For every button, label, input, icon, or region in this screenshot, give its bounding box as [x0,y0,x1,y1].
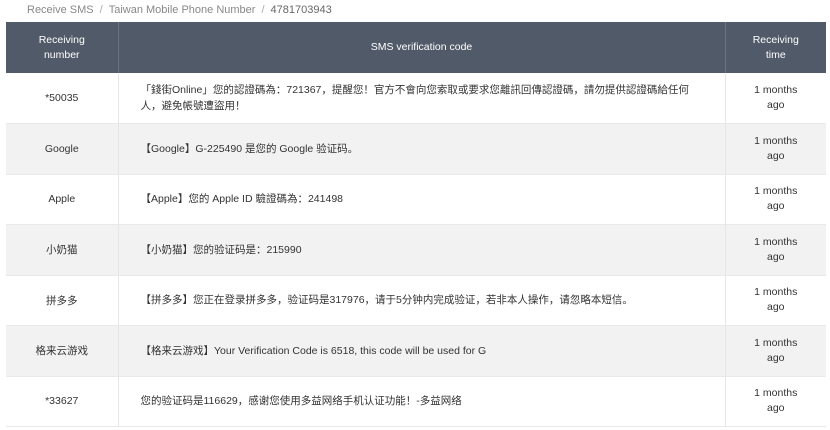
time-cell: 1 months ago [725,73,826,124]
time-cell: 1 months ago [725,224,826,276]
sender-cell: 拼多多 [6,275,119,326]
table-row: 小奶猫 【小奶猫】您的验证码是：215990 1 months ago [6,224,826,276]
column-header-number: Receiving number [6,22,119,73]
time-label: 1 months ago [754,185,798,213]
time-label: 1 months ago [754,336,798,364]
table-body: *50035 「錢街Online」您的認證碼為：721367，提醒您！官方不會向… [6,73,826,427]
table-row: *33627 您的验证码是116629，感谢您使用多益网络手机认证功能！-多益网… [6,376,826,427]
time-label: 1 months ago [754,84,798,111]
message-cell: 【格来云游戏】Your Verification Code is 6518, t… [118,325,726,377]
column-header-number-label: Receiving number [38,33,85,61]
time-cell: 1 months ago [725,123,826,175]
message-cell: 【Google】G-225490 是您的 Google 验证码。 [118,123,726,175]
breadcrumb-home-link[interactable]: Receive SMS [27,4,94,16]
table-row: 拼多多 【拼多多】您正在登录拼多多，验证码是317976，请于5分钟内完成验证，… [6,275,826,326]
table-row: 格来云游戏 【格来云游戏】Your Verification Code is 6… [6,325,826,377]
table-row: Google 【Google】G-225490 是您的 Google 验证码。 … [6,123,826,175]
table-row: *50035 「錢街Online」您的認證碼為：721367，提醒您！官方不會向… [6,73,826,124]
table-header: Receiving number SMS verification code R… [6,22,826,73]
time-cell: 1 months ago [725,174,826,225]
breadcrumb-current: 4781703943 [270,4,332,16]
column-header-time-label: Receiving time [752,33,799,61]
sms-table-container: Receiving number SMS verification code R… [6,22,826,427]
message-cell: 【小奶猫】您的验证码是：215990 [118,224,726,276]
time-label: 1 months ago [754,286,798,314]
sender-cell: *50035 [6,73,119,124]
sms-table: Receiving number SMS verification code R… [6,22,826,427]
column-header-time: Receiving time [725,22,826,73]
sender-cell: 格来云游戏 [6,325,119,377]
sender-cell: Google [6,123,119,175]
time-cell: 1 months ago [725,376,826,427]
sender-cell: *33627 [6,376,119,427]
table-row: Apple 【Apple】您的 Apple ID 驗證碼為：241498 1 m… [6,174,826,225]
time-cell: 1 months ago [725,325,826,377]
time-cell: 1 months ago [725,275,826,326]
time-label: 1 months ago [754,134,798,162]
time-label: 1 months ago [754,387,798,415]
breadcrumb: Receive SMS / Taiwan Mobile Phone Number / 4… [0,0,830,22]
message-cell: 【Apple】您的 Apple ID 驗證碼為：241498 [118,174,726,225]
time-label: 1 months ago [754,235,798,263]
breadcrumb-section-link[interactable]: Taiwan Mobile Phone Number [109,4,256,16]
message-cell: 您的验证码是116629，感谢您使用多益网络手机认证功能！-多益网络 [118,376,726,427]
column-header-code: SMS verification code [118,22,726,73]
message-cell: 【拼多多】您正在登录拼多多，验证码是317976，请于5分钟内完成验证，若非本人… [118,275,726,326]
message-cell: 「錢街Online」您的認證碼為：721367，提醒您！官方不會向您索取或要求您… [118,73,726,124]
breadcrumb-separator: / [261,4,265,16]
sender-cell: 小奶猫 [6,224,119,276]
sender-cell: Apple [6,174,119,225]
breadcrumb-separator: / [99,4,103,16]
